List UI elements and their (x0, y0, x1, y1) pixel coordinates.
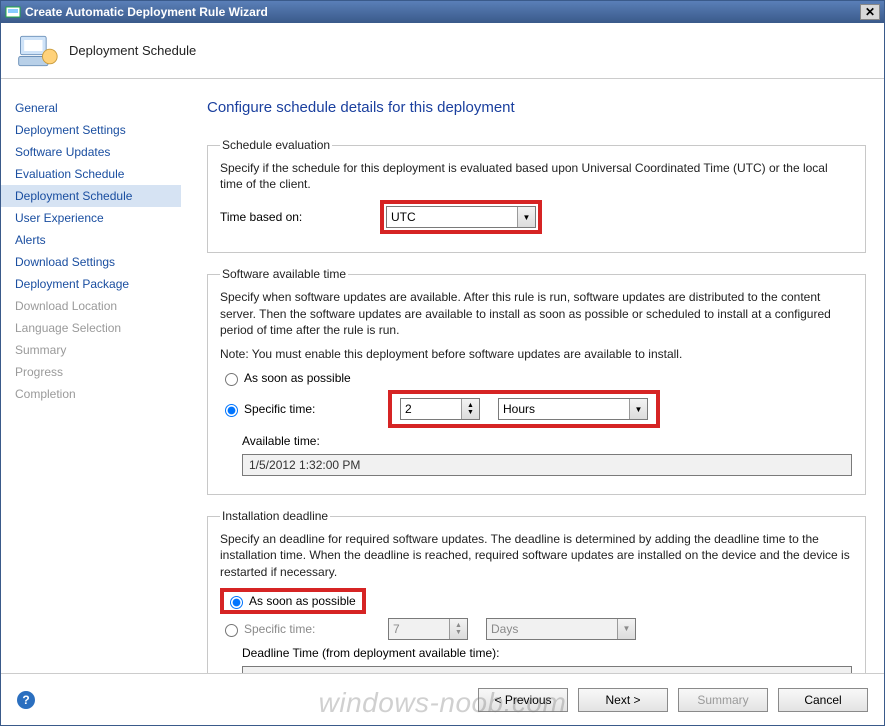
cancel-button[interactable]: Cancel (778, 688, 868, 712)
radio-avail-asap[interactable] (225, 373, 238, 386)
legend-schedule-evaluation: Schedule evaluation (220, 138, 332, 152)
radio-avail-asap-label: As soon as possible (244, 371, 351, 385)
previous-button[interactable]: < Previous (478, 688, 568, 712)
help-icon: ? (22, 693, 29, 707)
sidebar-item-completion: Completion (1, 383, 181, 405)
sidebar-item-evaluation-schedule[interactable]: Evaluation Schedule (1, 163, 181, 185)
radio-deadline-asap-label: As soon as possible (249, 594, 356, 608)
radio-deadline-asap[interactable] (230, 596, 243, 609)
close-icon: ✕ (865, 5, 875, 19)
desc-software-available: Specify when software updates are availa… (220, 289, 853, 338)
chevron-down-icon: ▼ (617, 619, 635, 639)
spinner-deadline-number-value: 7 (393, 622, 449, 636)
sidebar-item-deployment-settings[interactable]: Deployment Settings (1, 119, 181, 141)
header-title: Deployment Schedule (69, 43, 196, 58)
window-title: Create Automatic Deployment Rule Wizard (25, 5, 268, 19)
sidebar-item-software-updates[interactable]: Software Updates (1, 141, 181, 163)
sidebar: General Deployment Settings Software Upd… (1, 79, 181, 673)
label-deadline-time: Deadline Time (from deployment available… (242, 646, 499, 660)
select-deadline-unit: Days ▼ (486, 618, 636, 640)
radio-deadline-specific[interactable] (225, 624, 238, 637)
help-button[interactable]: ? (17, 691, 35, 709)
app-icon (5, 4, 21, 20)
radio-avail-asap-row: As soon as possible (220, 370, 853, 386)
radio-deadline-specific-label: Specific time: (244, 622, 388, 636)
spinner-avail-number[interactable]: 2 ▲▼ (400, 398, 480, 420)
spinner-buttons-icon: ▲▼ (461, 399, 479, 419)
group-schedule-evaluation: Schedule evaluation Specify if the sched… (207, 138, 866, 253)
sidebar-item-language-selection: Language Selection (1, 317, 181, 339)
sidebar-item-general[interactable]: General (1, 97, 181, 119)
sidebar-item-alerts[interactable]: Alerts (1, 229, 181, 251)
highlight-time-based: UTC ▼ (380, 200, 542, 234)
spinner-deadline-number: 7 ▲▼ (388, 618, 468, 640)
select-deadline-unit-value: Days (491, 622, 518, 636)
spinner-avail-number-value: 2 (405, 402, 461, 416)
text-available-time: 1/5/2012 1:32:00 PM (242, 454, 852, 476)
select-avail-unit[interactable]: Hours ▼ (498, 398, 648, 420)
label-available-time: Available time: (242, 434, 386, 448)
desc-installation-deadline: Specify an deadline for required softwar… (220, 531, 853, 580)
sidebar-item-download-settings[interactable]: Download Settings (1, 251, 181, 273)
select-avail-unit-value: Hours (503, 402, 535, 416)
desc-schedule-evaluation: Specify if the schedule for this deploym… (220, 160, 853, 192)
next-button[interactable]: Next > (578, 688, 668, 712)
sidebar-item-user-experience[interactable]: User Experience (1, 207, 181, 229)
header-band: Deployment Schedule (1, 23, 884, 79)
select-time-based-value: UTC (391, 210, 416, 224)
body: General Deployment Settings Software Upd… (1, 79, 884, 673)
radio-avail-specific-row: Specific time: 2 ▲▼ Hours ▼ (220, 390, 853, 428)
summary-button: Summary (678, 688, 768, 712)
label-time-based-on: Time based on: (220, 210, 380, 224)
chevron-down-icon: ▼ (629, 399, 647, 419)
sidebar-item-progress: Progress (1, 361, 181, 383)
group-software-available: Software available time Specify when sof… (207, 267, 866, 495)
note-software-available: Note: You must enable this deployment be… (220, 346, 853, 362)
footer: ? < Previous Next > Summary Cancel (1, 673, 884, 725)
sidebar-item-download-location: Download Location (1, 295, 181, 317)
main-panel: Configure schedule details for this depl… (181, 79, 884, 673)
close-button[interactable]: ✕ (860, 4, 880, 20)
highlight-avail-controls: 2 ▲▼ Hours ▼ (388, 390, 660, 428)
wizard-header-icon (15, 29, 59, 73)
sidebar-item-deployment-schedule[interactable]: Deployment Schedule (1, 185, 181, 207)
highlight-deadline-asap: As soon as possible (220, 588, 366, 614)
radio-deadline-specific-row: Specific time: 7 ▲▼ Days ▼ (220, 618, 853, 640)
select-time-based[interactable]: UTC ▼ (386, 206, 536, 228)
titlebar: Create Automatic Deployment Rule Wizard … (1, 1, 884, 23)
wizard-window: Create Automatic Deployment Rule Wizard … (0, 0, 885, 726)
chevron-down-icon: ▼ (517, 207, 535, 227)
text-deadline-time (242, 666, 852, 673)
spinner-buttons-icon: ▲▼ (449, 619, 467, 639)
radio-avail-specific[interactable] (225, 404, 238, 417)
page-title: Configure schedule details for this depl… (207, 99, 866, 116)
radio-avail-specific-label: Specific time: (244, 402, 388, 416)
sidebar-item-deployment-package[interactable]: Deployment Package (1, 273, 181, 295)
legend-installation-deadline: Installation deadline (220, 509, 330, 523)
sidebar-item-summary: Summary (1, 339, 181, 361)
group-installation-deadline: Installation deadline Specify an deadlin… (207, 509, 866, 673)
legend-software-available: Software available time (220, 267, 348, 281)
